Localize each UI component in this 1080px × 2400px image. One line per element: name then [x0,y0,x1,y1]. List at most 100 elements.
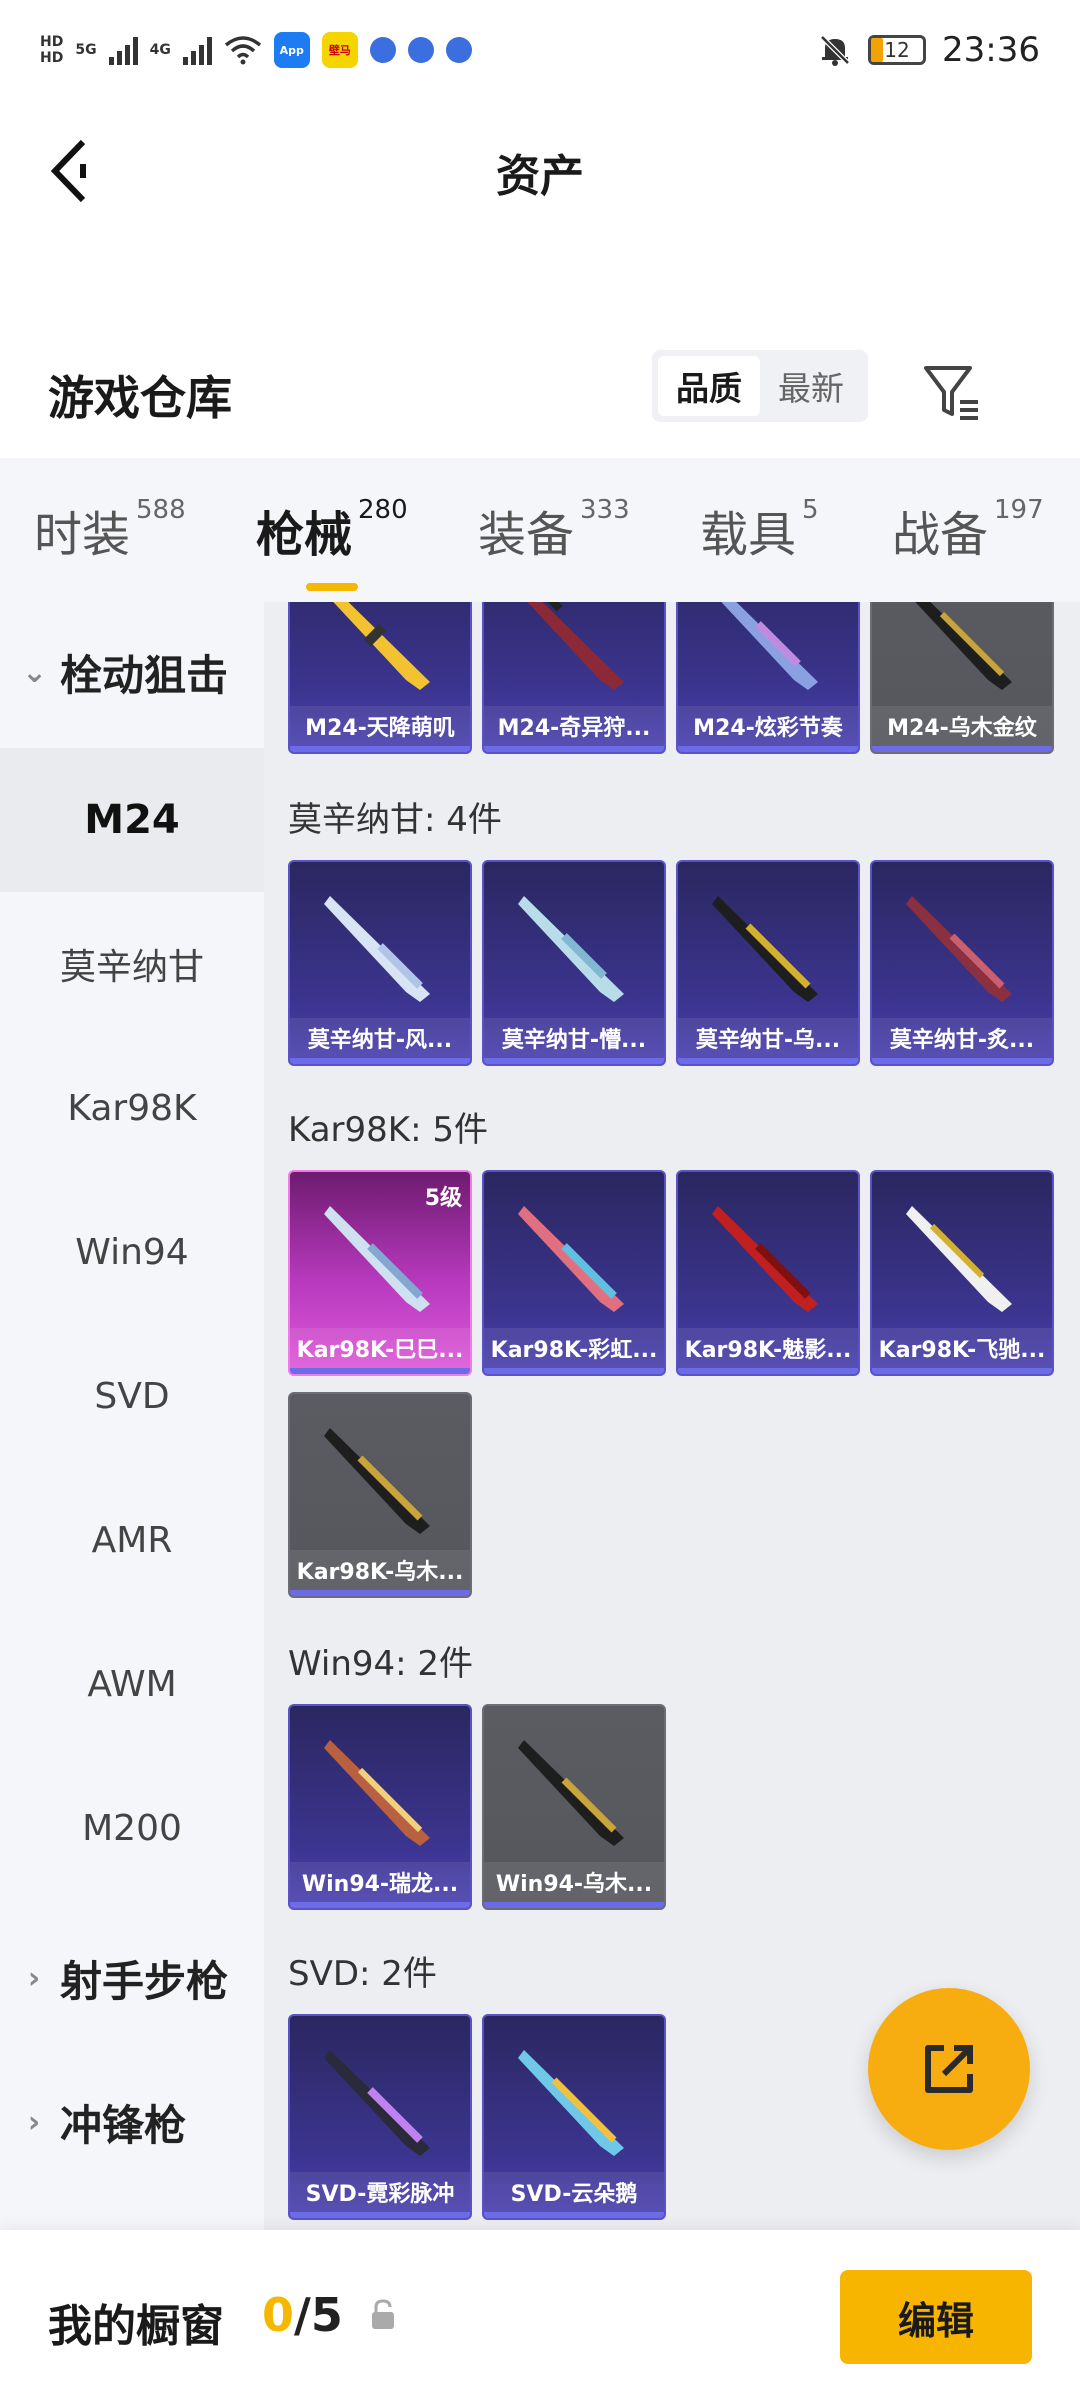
weapon-name: Win94-瑞龙... [301,1872,459,1897]
weapon-name: Kar98K-乌木... [296,1560,464,1585]
tab-fashion[interactable]: 时装 588 [34,495,186,565]
weapon-card[interactable]: Win94-乌木... [482,1704,666,1910]
weapon-card[interactable]: 莫辛纳甘-乌... [676,860,860,1066]
tab-count: 280 [358,495,408,525]
rarity-bar [678,746,858,752]
showcase-current: 0 [262,2288,295,2342]
sidebar-group-smg[interactable]: › 冲锋枪 [0,2052,264,2192]
weapon-name: Kar98K-魅影... [684,1338,852,1363]
sidebar-item-mosin[interactable]: 莫辛纳甘 [0,892,264,1036]
weapon-card-label: M24-乌木金纹 [872,706,1052,746]
weapon-card-label: Kar98K-魅影... [678,1328,858,1368]
rarity-bar [678,1368,858,1374]
rifle-icon [712,896,818,1002]
tab-label: 时装 [34,507,131,563]
chevron-down-icon: ⌄ [22,654,48,690]
weapon-card[interactable]: M24-炫彩节奏 [676,602,860,754]
rifle-icon [915,602,1012,690]
clock: 23:36 [942,30,1040,70]
tab-firearms[interactable]: 枪械 280 [256,495,408,591]
weapon-name: Kar98K-飞驰... [878,1338,1046,1363]
tab-label: 战备 [892,507,989,563]
rarity-bar [290,1058,470,1064]
sort-option-newest[interactable]: 最新 [760,356,862,416]
edit-button[interactable]: 编辑 [840,2270,1032,2364]
active-tab-indicator [306,583,358,591]
top-header: 资产 [0,100,1080,240]
weapon-card-label: Win94-乌木... [484,1862,664,1902]
sidebar-item-m200[interactable]: M200 [0,1756,264,1900]
weapon-name: M24-乌木金纹 [887,716,1037,741]
sidebar-group-label: 栓动狙击 [60,650,229,700]
sidebar-group-label: 冲锋枪 [60,2100,187,2150]
rifle-icon [324,896,430,1002]
weapon-card[interactable]: 莫辛纳甘-风... [288,860,472,1066]
weapon-card[interactable]: M24-乌木金纹 [870,602,1054,754]
notification-dot-icon [369,37,396,63]
sidebar-item-svd[interactable]: SVD [0,1324,264,1468]
rarity-bar [290,1368,470,1374]
sidebar-item-kar98k[interactable]: Kar98K [0,1036,264,1180]
rifle-icon [518,896,624,1002]
weapon-card-label: Kar98K-巳巳... [290,1328,470,1368]
rifle-icon [333,602,430,690]
weapon-card-label: M24-天降萌叽 [290,706,470,746]
weapon-name: Win94-乌木... [495,1872,653,1897]
category-tabs: 时装 588 枪械 280 装备 333 载具 5 战备 197 [0,458,1080,602]
weapon-card[interactable]: Kar98K-魅影... [676,1170,860,1376]
rarity-bar [290,2212,470,2218]
weapon-name: M24-炫彩节奏 [693,716,843,741]
lock-icon [372,2299,394,2329]
share-fab-button[interactable] [868,1988,1030,2150]
tab-vehicles[interactable]: 载具 5 [700,495,819,565]
sort-toggle: 品质 最新 [652,350,868,422]
weapon-card-label: 莫辛纳甘-炙... [872,1018,1052,1058]
rarity-bar [484,1368,664,1374]
weapon-card[interactable]: Kar98K-彩虹... [482,1170,666,1376]
repository-header: 游戏仓库 品质 最新 [0,340,1080,450]
signal-5g-label: 5G [75,42,97,58]
rarity-bar [872,1058,1052,1064]
section-title-svd: SVD: 2件 [288,1954,437,1994]
app-notification-icon-2: 壁马 [321,32,358,68]
weapon-card[interactable]: M24-奇异狩... [482,602,666,754]
sidebar-item-m24[interactable]: M24 [0,748,264,892]
weapon-name: Kar98K-巳巳... [296,1338,464,1363]
weapon-card[interactable]: Kar98K-飞驰... [870,1170,1054,1376]
weapon-card[interactable]: Kar98K-乌木... [288,1392,472,1598]
rifle-icon [324,1206,430,1312]
weapon-card[interactable]: SVD-云朵鹅 [482,2014,666,2220]
chevron-right-icon: › [27,1960,41,1996]
weapon-card-label: M24-奇异狩... [484,706,664,746]
sort-option-quality[interactable]: 品质 [658,356,760,416]
rifle-icon [906,1206,1012,1312]
weapon-card[interactable]: 莫辛纳甘-懵... [482,860,666,1066]
tab-count: 197 [994,495,1044,525]
signal-strength-icon [108,35,138,65]
tab-gear[interactable]: 战备 197 [892,495,1044,565]
rarity-bar [484,1058,664,1064]
weapon-card[interactable]: Win94-瑞龙... [288,1704,472,1910]
sidebar-item-amr[interactable]: AMR [0,1468,264,1612]
weapon-card-label: Kar98K-飞驰... [872,1328,1052,1368]
sidebar-group-bolt-action[interactable]: ⌄ 栓动狙击 [0,602,264,742]
section-title-mosin: 莫辛纳甘: 4件 [288,800,502,840]
filter-icon[interactable] [920,360,984,424]
share-external-icon [925,2045,973,2093]
weapon-name: Kar98K-彩虹... [490,1338,658,1363]
weapon-card[interactable]: SVD-霓彩脉冲 [288,2014,472,2220]
weapon-card[interactable]: M24-天降萌叽 [288,602,472,754]
tab-equipment[interactable]: 装备 333 [478,495,630,565]
weapon-card[interactable]: 5级 Kar98K-巳巳... [288,1170,472,1376]
weapon-name: 莫辛纳甘-炙... [889,1028,1035,1053]
status-bar: HD HD 5G 4G App 壁马 12 23:36 [0,0,1080,100]
sidebar-item-win94[interactable]: Win94 [0,1180,264,1324]
weapon-name: SVD-云朵鹅 [510,2182,638,2207]
showcase-bar: 我的橱窗 0/5 编辑 [0,2230,1080,2400]
weapon-card[interactable]: 莫辛纳甘-炙... [870,860,1054,1066]
rarity-bar [872,746,1052,752]
rarity-bar [872,1368,1052,1374]
sidebar-item-awm[interactable]: AWM [0,1612,264,1756]
weapon-card-label: 莫辛纳甘-乌... [678,1018,858,1058]
sidebar-group-marksman[interactable]: › 射手步枪 [0,1908,264,2048]
